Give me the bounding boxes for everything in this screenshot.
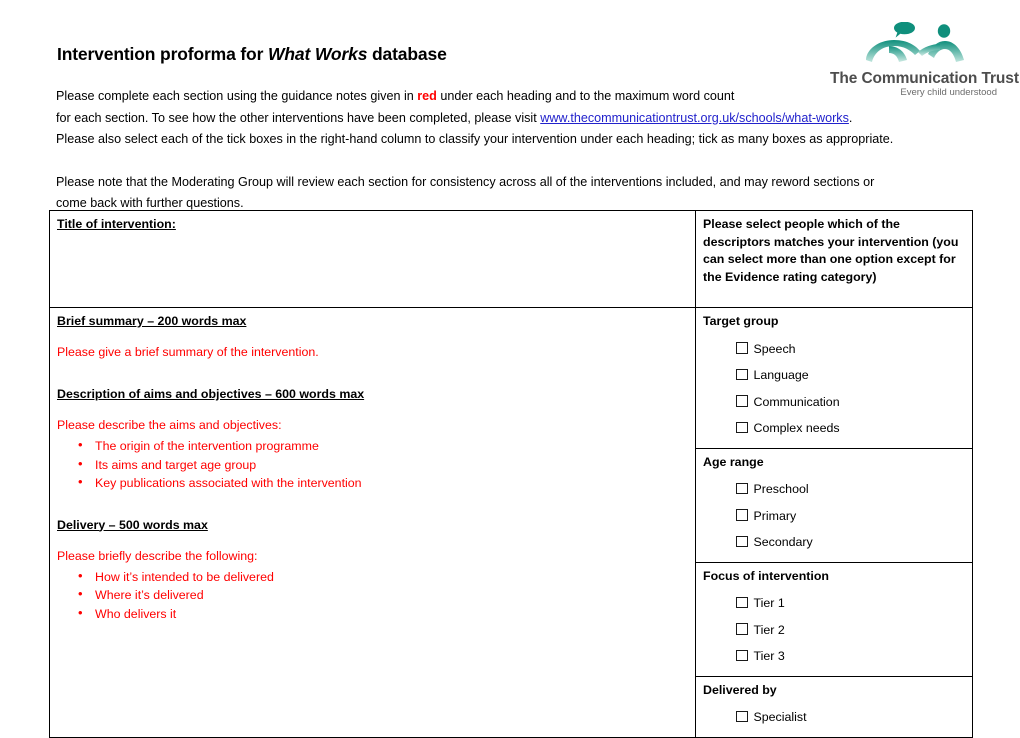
guidance-bullets-aims: The origin of the intervention programme… [57,436,688,493]
category-heading-focus-of-intervention: Focus of intervention [703,568,829,583]
page-title-part1: Intervention proforma for [57,44,268,64]
checkbox-label: Specialist [753,710,807,724]
cell-category-delivered-by: Delivered by Specialist [695,675,973,738]
intro-line-1: Please complete each section using the g… [56,86,956,108]
checkbox-group-target-group: Speech Language Communication Complex ne… [703,336,965,442]
page-title-italic: What Works [267,44,368,64]
cell-category-target-group: Target group Speech Language Communicati… [695,307,973,449]
page-title-part2: database [367,44,447,64]
checkbox-label: Complex needs [753,421,840,435]
list-item: The origin of the intervention programme [78,436,688,456]
list-item: Where it’s delivered [78,585,688,605]
table-row: Brief summary – 200 words max Please giv… [49,307,973,738]
checkbox-icon[interactable] [736,649,748,661]
table-row: Title of intervention: Please select peo… [49,210,973,308]
intro-red-keyword: red [417,89,437,103]
checkbox-label: Primary [753,508,797,523]
section-heading-brief-summary: Brief summary – 200 words max [57,314,247,328]
section-heading-delivery: Delivery – 500 words max [57,517,208,532]
page-title: Intervention proforma for What Works dat… [57,44,447,65]
checkbox-icon[interactable] [736,596,748,608]
category-heading-target-group: Target group [703,314,779,328]
category-heading-age-range: Age range [703,454,764,469]
intro-line-2b: . [848,110,853,125]
what-works-link[interactable]: www.thecommunicationtrust.org.uk/schools… [540,111,849,125]
checkbox-option-tier-3[interactable]: Tier 3 [736,643,965,670]
logo-name: The Communication Trust [830,70,1019,87]
checkbox-group-age-range: Preschool Primary Secondary [703,476,965,556]
intro-line-2: for each section. To see how the other i… [56,108,956,130]
checkbox-group-delivered-by: Specialist [703,704,965,731]
intro-line-1b: under each heading and to the maximum wo… [436,89,735,103]
checkbox-option-primary[interactable]: Primary [736,503,965,530]
guidance-aims-objectives: Please describe the aims and objectives: [57,418,282,432]
cell-content-sections[interactable]: Brief summary – 200 words max Please giv… [49,307,696,738]
checkbox-option-specialist[interactable]: Specialist [736,704,965,731]
intro-text: Please complete each section using the g… [56,86,956,215]
checkbox-label: Tier 2 [753,622,785,637]
list-item: Who delivers it [78,604,688,624]
checkbox-icon[interactable] [736,509,748,521]
list-item: How it’s intended to be delivered [78,567,688,587]
list-item: Key publications associated with the int… [78,473,688,493]
checkbox-option-tier-2[interactable]: Tier 2 [736,617,965,644]
intro-line-1a: Please complete each section using the g… [56,89,418,103]
checkbox-icon[interactable] [736,623,748,635]
checkbox-label: Tier 3 [753,649,785,663]
two-figures-speech-bubble-icon [866,22,964,62]
intro-note-line-1: Please note that the Moderating Group wi… [56,174,875,189]
checkbox-icon[interactable] [736,342,748,354]
cell-category-age-range: Age range Preschool Primary Secondary [695,447,973,563]
checkbox-icon[interactable] [736,395,748,407]
checkbox-option-language[interactable]: Language [736,362,965,389]
title-entry-area[interactable] [57,233,688,301]
checkbox-option-communication[interactable]: Communication [736,389,965,416]
checkbox-label: Speech [753,341,796,356]
guidance-delivery: Please briefly describe the following: [57,548,258,563]
section-heading-aims-objectives: Description of aims and objectives – 600… [57,387,365,401]
checkbox-label: Secondary [753,535,813,549]
guidance-brief-summary: Please give a brief summary of the inter… [57,345,319,359]
category-heading-delivered-by: Delivered by [703,682,777,697]
selection-instructions-text: Please select people which of the descri… [703,217,959,284]
checkbox-group-focus-of-intervention: Tier 1 Tier 2 Tier 3 [703,590,965,670]
checkbox-icon[interactable] [736,535,748,547]
proforma-table: Title of intervention: Please select peo… [49,210,973,738]
cell-title-of-intervention[interactable]: Title of intervention: [49,210,696,308]
cell-category-focus-of-intervention: Focus of intervention Tier 1 Tier 2 Tier… [695,561,973,677]
checkbox-icon[interactable] [736,368,748,380]
checkbox-label: Language [753,368,809,382]
intro-gap [56,151,956,172]
checkbox-option-complex-needs[interactable]: Complex needs [736,415,965,442]
checkbox-icon[interactable] [736,421,748,433]
list-item: Its aims and target age group [78,455,688,475]
cell-selection-instructions: Please select people which of the descri… [695,210,973,308]
intro-line-3: Please also select each of the tick boxe… [56,132,894,146]
checkbox-option-speech[interactable]: Speech [736,336,965,363]
checkbox-label: Preschool [753,482,809,496]
checkbox-option-tier-1[interactable]: Tier 1 [736,590,965,617]
checkbox-label: Tier 1 [753,596,785,610]
section-heading-title: Title of intervention: [57,217,176,231]
checkbox-icon[interactable] [736,482,748,494]
checkbox-icon[interactable] [736,710,748,722]
checkbox-label: Communication [753,394,840,409]
intro-line-2a: for each section. To see how the other i… [56,110,541,125]
checkbox-option-secondary[interactable]: Secondary [736,529,965,556]
checkbox-option-preschool[interactable]: Preschool [736,476,965,503]
document-page: The Communication Trust Every child unde… [0,0,1020,738]
guidance-bullets-delivery: How it’s intended to be delivered Where … [57,567,688,624]
